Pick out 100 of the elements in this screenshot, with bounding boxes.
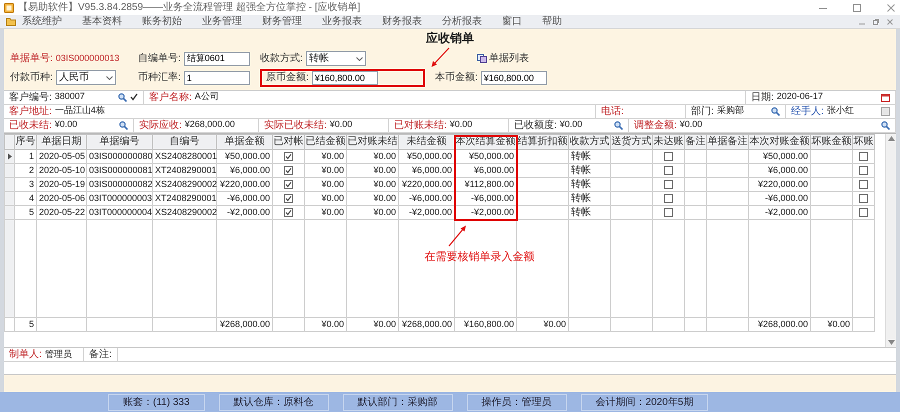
column-header[interactable]: 坏账金额 xyxy=(810,134,852,150)
close-icon[interactable] xyxy=(886,2,896,12)
table-cell: 转帐 xyxy=(568,149,610,164)
scroll-up-icon[interactable] xyxy=(888,136,894,141)
field-value: ¥0.00 xyxy=(450,119,472,131)
menu-item[interactable]: 财务报表 xyxy=(376,15,436,28)
table-cell: ¥0.00 xyxy=(346,205,398,220)
dropdown[interactable]: 转帐 xyxy=(306,51,366,66)
table-cell: 2020-05-10 xyxy=(36,163,86,178)
annotation-arrow xyxy=(429,46,451,69)
table-cell: 2020-05-22 xyxy=(36,205,86,220)
column-header[interactable]: 结算折扣额 xyxy=(516,134,568,150)
checkbox[interactable] xyxy=(664,166,673,175)
search-icon[interactable] xyxy=(119,120,128,130)
column-header[interactable]: 单据编号 xyxy=(86,134,152,150)
menu-item[interactable]: 业务管理 xyxy=(196,15,256,28)
column-header[interactable]: 坏账 xyxy=(852,134,874,150)
maximize-icon[interactable] xyxy=(852,2,862,12)
checkbox[interactable] xyxy=(284,208,293,217)
menu-item[interactable]: 账务初始 xyxy=(136,15,196,28)
table-cell: 转帐 xyxy=(568,191,610,206)
table-cell: 4 xyxy=(14,191,36,206)
column-header[interactable]: 单据金额 xyxy=(216,134,272,150)
checkbox[interactable] xyxy=(664,152,673,161)
menu-item[interactable]: 分析报表 xyxy=(436,15,496,28)
list-button[interactable]: 单据列表 xyxy=(475,52,531,66)
scrollbar-track[interactable] xyxy=(885,134,896,347)
column-header[interactable]: 未达账 xyxy=(652,134,684,150)
status-item: 会计期间：2020年5期 xyxy=(580,394,708,410)
menu-item[interactable]: 业务报表 xyxy=(316,15,376,28)
table-cell: ¥0.00 xyxy=(304,191,346,206)
dropdown[interactable]: 人民币 xyxy=(56,70,116,86)
checkbox[interactable] xyxy=(284,166,293,175)
scroll-down-icon[interactable] xyxy=(888,340,894,345)
table-cell: 03IT000000004 xyxy=(86,205,152,220)
menu-item[interactable]: 窗口 xyxy=(496,15,536,28)
table-cell: -¥6,000.00 xyxy=(748,191,810,206)
picker-button[interactable] xyxy=(881,106,890,116)
checkbox[interactable] xyxy=(859,166,868,175)
column-header[interactable]: 序号 xyxy=(14,134,36,150)
field-label: 自编单号: xyxy=(138,52,181,66)
column-header[interactable]: 单据备注 xyxy=(706,134,748,150)
input-field[interactable]: ¥160,800.00 xyxy=(312,70,378,85)
table-cell: ¥0.00 xyxy=(346,163,398,178)
search-icon[interactable] xyxy=(771,106,780,116)
field-value: ¥0.00 xyxy=(54,119,78,131)
checkbox[interactable] xyxy=(284,180,293,189)
table-cell: 03IT000000003 xyxy=(86,191,152,206)
search-icon[interactable] xyxy=(118,92,127,102)
caret-icon xyxy=(356,56,363,61)
table-cell: XS2408280001 xyxy=(152,149,216,164)
column-header[interactable]: 已结金额 xyxy=(304,134,346,150)
column-header[interactable]: 备注 xyxy=(684,134,706,150)
table-cell: ¥0.00 xyxy=(346,149,398,164)
calendar-icon[interactable] xyxy=(881,92,890,102)
menu-item[interactable]: 帮助 xyxy=(536,15,576,28)
checkbox[interactable] xyxy=(664,194,673,203)
field-value: ¥0.00 xyxy=(560,119,582,131)
input-field[interactable]: 1 xyxy=(184,70,250,85)
checkbox[interactable] xyxy=(859,208,868,217)
field-value: 一品江山4栋 xyxy=(54,105,105,117)
table-cell: 03IS000000082 xyxy=(86,177,152,192)
field-label: 客户名称: xyxy=(149,90,192,104)
table-cell: ¥220,000.00 xyxy=(216,177,272,192)
search-icon[interactable] xyxy=(614,120,623,130)
column-header[interactable]: 已对帐 xyxy=(272,134,304,150)
checkbox[interactable] xyxy=(859,180,868,189)
field-value: ¥268,000.00 xyxy=(184,119,235,131)
table-cell: ¥6,000.00 xyxy=(748,163,810,178)
checkbox[interactable] xyxy=(284,194,293,203)
checkbox[interactable] xyxy=(859,152,868,161)
column-header[interactable]: 单据日期 xyxy=(36,134,86,150)
total-cell: ¥268,000.00 xyxy=(216,317,272,332)
menu-item[interactable]: 财务管理 xyxy=(256,15,316,28)
checkbox[interactable] xyxy=(664,208,673,217)
menu-item[interactable]: 系统维护 xyxy=(16,15,76,28)
child-close-icon[interactable] xyxy=(886,18,894,26)
table-cell: 03IS000000080 xyxy=(86,149,152,164)
table-cell: ¥50,000.00 xyxy=(216,149,272,164)
annotation-arrow xyxy=(446,224,468,248)
column-header[interactable]: 本次对账金额 xyxy=(748,134,810,150)
column-header[interactable]: 送货方式 xyxy=(610,134,652,150)
window-title: 【易助软件】V95.3.84.2859——业务全流程管理 超强全方位掌控 - [应收销单] xyxy=(18,1,360,14)
column-header[interactable]: 未结金额 xyxy=(398,134,454,150)
menu-item[interactable]: 基本资料 xyxy=(76,15,136,28)
table-cell: 5 xyxy=(14,205,36,220)
column-header[interactable]: 已对账未结 xyxy=(346,134,398,150)
field-label: 备注: xyxy=(89,348,112,361)
search-icon[interactable] xyxy=(881,120,890,130)
column-header[interactable]: 收款方式 xyxy=(568,134,610,150)
field-label: 付款币种: xyxy=(10,71,53,84)
child-restore-icon[interactable] xyxy=(872,18,880,26)
column-header[interactable]: 自编号 xyxy=(152,134,216,150)
checkbox[interactable] xyxy=(664,180,673,189)
table-cell: 03IS000000081 xyxy=(86,163,152,178)
input-field[interactable]: 结算0601 xyxy=(184,52,250,66)
input-field[interactable]: ¥160,800.00 xyxy=(480,70,547,85)
checkbox[interactable] xyxy=(284,152,293,161)
checkbox[interactable] xyxy=(859,194,868,203)
table-cell: 2 xyxy=(14,163,36,178)
